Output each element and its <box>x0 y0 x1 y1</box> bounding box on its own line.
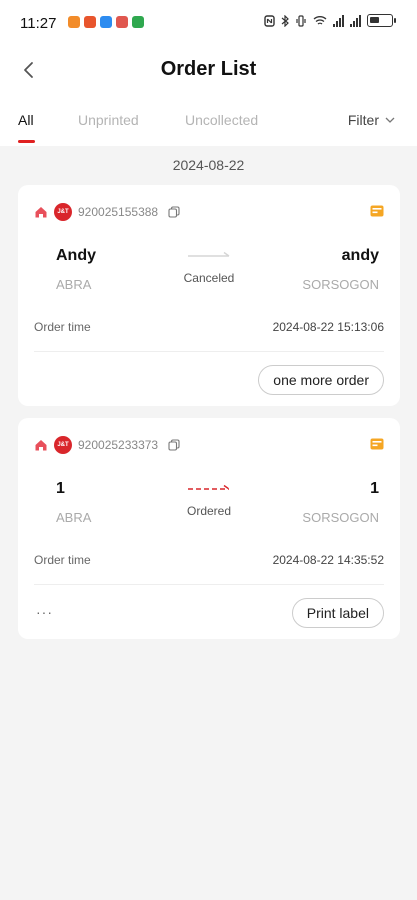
order-time-label: Order time <box>34 320 91 334</box>
order-tag-icon <box>370 205 384 217</box>
nfc-icon <box>264 14 275 27</box>
bluetooth-icon <box>281 14 289 27</box>
more-options-button[interactable]: ··· <box>36 604 53 620</box>
print-label-button[interactable]: Print label <box>291 598 384 628</box>
chevron-down-icon <box>385 117 395 123</box>
order-card[interactable]: J&T 920025155388 Andy ABRA Canceled andy… <box>18 185 400 406</box>
order-time-value: 2024-08-22 15:13:06 <box>272 320 384 334</box>
receiver-province: SORSOGON <box>302 510 379 525</box>
sender-province: ABRA <box>56 510 92 525</box>
active-tab-indicator <box>18 140 35 143</box>
waybill-number: 920025155388 <box>78 205 159 219</box>
copy-icon[interactable] <box>168 206 180 218</box>
order-tag-icon <box>370 438 384 450</box>
status-time: 11:27 <box>20 15 57 32</box>
signal-icon <box>333 14 344 27</box>
tab-all[interactable]: All <box>18 112 34 128</box>
notification-icons <box>68 16 144 28</box>
jt-logo-icon: J&T <box>54 203 72 221</box>
battery-icon <box>367 14 396 27</box>
notification-app-icon <box>132 16 144 28</box>
receiver-province: SORSOGON <box>302 277 379 292</box>
vibrate-icon <box>296 14 306 27</box>
order-header: J&T 920025233373 <box>34 436 180 454</box>
tab-unprinted[interactable]: Unprinted <box>78 112 139 128</box>
order-status: Canceled <box>183 271 235 285</box>
signal-icon <box>350 14 361 27</box>
sender-province: ABRA <box>56 277 92 292</box>
jt-logo-icon: J&T <box>54 436 72 454</box>
order-card[interactable]: J&T 920025233373 1 ABRA Ordered 1 SORSOG… <box>18 418 400 639</box>
system-icons <box>264 14 396 27</box>
home-icon <box>35 440 47 451</box>
order-time-value: 2024-08-22 14:35:52 <box>272 553 384 567</box>
card-divider <box>34 351 384 352</box>
tab-bar: All Unprinted Uncollected Filter <box>0 108 417 146</box>
order-time-label: Order time <box>34 553 91 567</box>
status-bar: 11:27 <box>0 0 417 46</box>
wifi-icon <box>313 16 327 25</box>
order-header: J&T 920025155388 <box>34 203 180 221</box>
route-arrow-icon <box>188 484 230 490</box>
route-arrow-icon <box>188 251 230 257</box>
date-group-header: 2024-08-22 <box>172 157 245 173</box>
order-status: Ordered <box>186 504 232 518</box>
receiver-name: andy <box>341 247 379 264</box>
home-icon <box>35 207 47 218</box>
filter-label: Filter <box>347 112 379 128</box>
filter-button[interactable]: Filter <box>348 112 395 128</box>
copy-icon[interactable] <box>168 439 180 451</box>
page-title: Order List <box>160 58 257 80</box>
receiver-name: 1 <box>370 480 379 497</box>
sender-name: Andy <box>56 247 96 264</box>
notification-app-icon <box>84 16 96 28</box>
notification-app-icon <box>68 16 80 28</box>
one-more-order-button[interactable]: one more order <box>258 365 384 395</box>
tab-uncollected[interactable]: Uncollected <box>185 112 258 128</box>
card-divider <box>34 584 384 585</box>
notification-app-icon <box>116 16 128 28</box>
notification-app-icon <box>100 16 112 28</box>
waybill-number: 920025233373 <box>78 438 159 452</box>
sender-name: 1 <box>56 480 65 497</box>
